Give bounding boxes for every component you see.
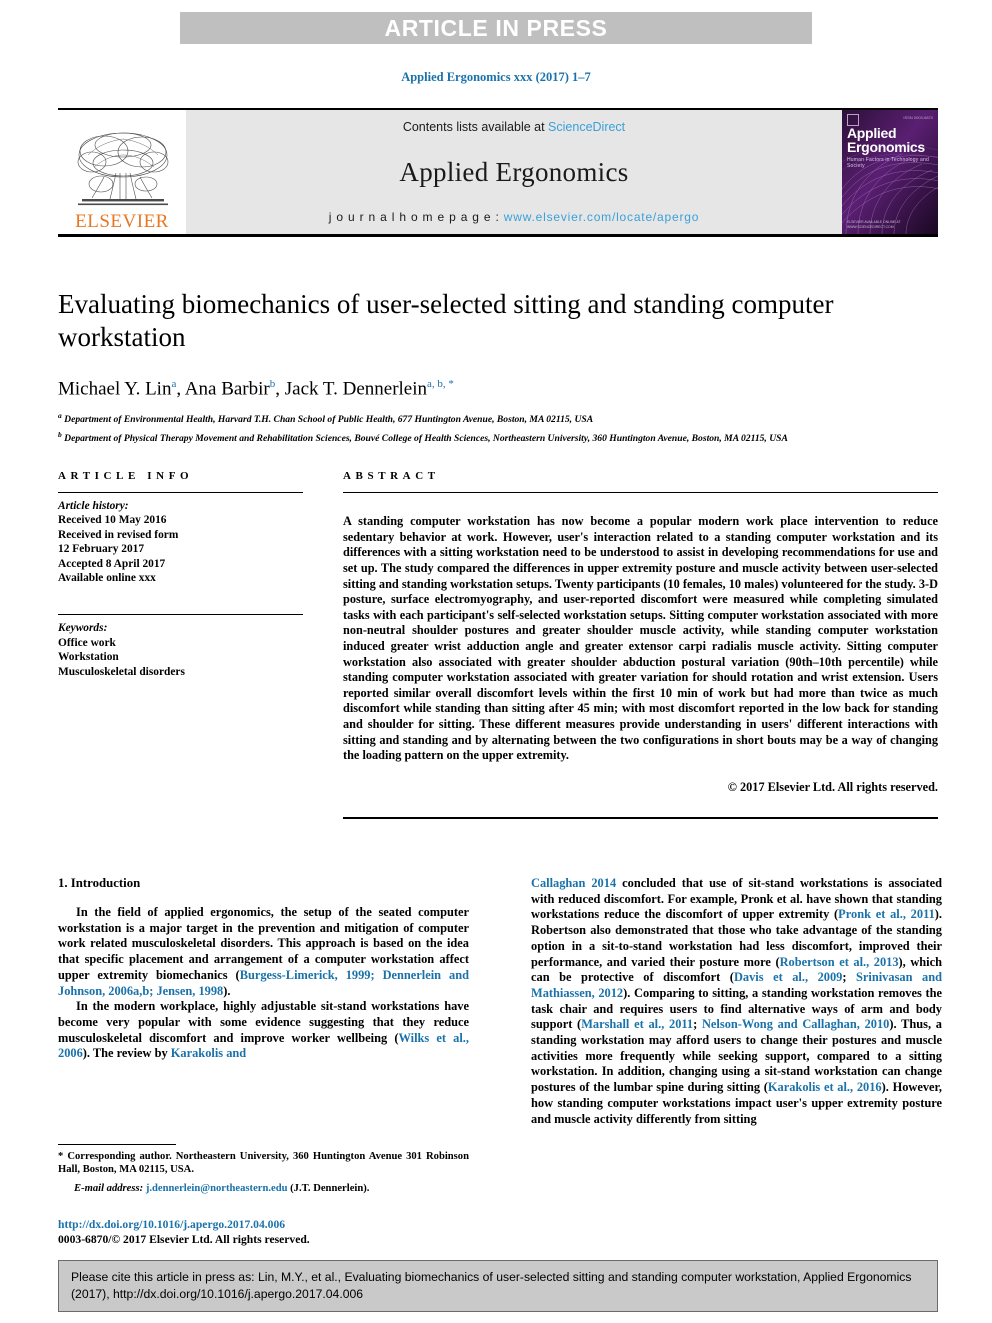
email-suffix: (J.T. Dennerlein). (290, 1182, 370, 1194)
journal-masthead: ELSEVIER Contents lists available at Sci… (58, 108, 938, 237)
affiliation-text-b: Department of Physical Therapy Movement … (64, 433, 788, 445)
article-in-press-banner: ARTICLE IN PRESS (180, 12, 812, 44)
keyword-item: Office work (58, 636, 116, 649)
citation-link[interactable]: Callaghan 2014 (531, 876, 616, 890)
author-name: Jack T. Dennerlein (284, 378, 428, 400)
footnote-block: * Corresponding author. Northeastern Uni… (58, 1144, 469, 1195)
article-page: ARTICLE IN PRESS Applied Ergonomics xxx … (0, 0, 992, 1323)
article-history-group: Article history: Received 10 May 2016 Re… (58, 493, 303, 585)
running-head: Applied Ergonomics xxx (2017) 1–7 (401, 70, 591, 84)
author-name: Michael Y. Lin (58, 378, 172, 400)
history-item: Accepted 8 April 2017 (58, 557, 166, 570)
contents-prefix: Contents lists available at (402, 120, 549, 134)
history-item: Available online xxx (58, 572, 156, 585)
cover-subtitle: Human Factors in Technology and Society (847, 157, 929, 169)
article-info-label: ARTICLE INFO (58, 470, 194, 482)
affiliation-a: a Department of Environmental Health, Ha… (58, 410, 938, 427)
affiliation-b: b Department of Physical Therapy Movemen… (58, 429, 938, 446)
masthead-center: Contents lists available at ScienceDirec… (186, 110, 842, 234)
intro-paragraph: In the field of applied ergonomics, the … (58, 905, 469, 999)
citation-link[interactable]: Nelson-Wong and Callaghan, 2010 (702, 1017, 889, 1031)
journal-title: Applied Ergonomics (399, 156, 629, 187)
body-column-right: Callaghan 2014 concluded that use of sit… (531, 876, 942, 1127)
doi-link[interactable]: http://dx.doi.org/10.1016/j.apergo.2017.… (58, 1218, 469, 1233)
abstract-rule (343, 492, 938, 493)
body-text-run: ; (693, 1017, 702, 1032)
citation-link[interactable]: Robertson et al., 2013 (780, 955, 899, 969)
homepage-prefix: j o u r n a l h o m e p a g e : (328, 210, 504, 224)
author-affiliation-mark[interactable]: a, b, * (427, 378, 454, 390)
history-item: Received 10 May 2016 (58, 514, 167, 527)
keywords-label: Keywords: (58, 622, 108, 635)
cover-title: Applied Ergonomics (847, 126, 925, 154)
elsevier-logo: ELSEVIER (58, 110, 186, 234)
abstract-label: ABSTRACT (343, 470, 440, 482)
citation-link[interactable]: Karakolis and (171, 1046, 246, 1060)
affiliation-mark-a: a (58, 411, 62, 421)
journal-cover-thumbnail: ISSN 0003-6870 Applied Ergonomics Human F… (842, 110, 938, 234)
elsevier-wordmark: ELSEVIER (75, 211, 169, 232)
abstract-text: A standing computer workstation has now … (343, 514, 938, 763)
author-name: Ana Barbir (184, 378, 270, 400)
history-item: 12 February 2017 (58, 543, 145, 556)
cover-corner-text: ISSN 0003-6870 (903, 115, 933, 120)
issn-copyright-line: 0003-6870/© 2017 Elsevier Ltd. All right… (58, 1232, 310, 1246)
intro-paragraph-continued: Callaghan 2014 concluded that use of sit… (531, 876, 942, 1127)
email-note: E-mail address: j.dennerlein@northeaster… (58, 1182, 469, 1195)
citation-link[interactable]: Marshall et al., 2011 (581, 1017, 693, 1031)
corresponding-author-note: * Corresponding author. Northeastern Uni… (58, 1151, 469, 1176)
cover-footer-text: ELSEVIER AVAILABLE ONLINE AT WWW.SCIENCE… (847, 220, 901, 229)
journal-homepage-link[interactable]: www.elsevier.com/locate/apergo (504, 210, 699, 224)
affiliation-text-a: Department of Environmental Health, Harv… (64, 414, 594, 426)
email-label: E-mail address: (74, 1182, 144, 1194)
body-text-run: ; (842, 970, 857, 985)
footnote-rule (58, 1144, 176, 1145)
article-history-label: Article history: (58, 500, 129, 512)
body-column-left: 1. Introduction In the field of applied … (58, 876, 469, 1127)
sciencedirect-link[interactable]: ScienceDirect (548, 120, 625, 134)
keywords-group: Keywords: Office work Workstation Muscul… (58, 615, 303, 679)
author-affiliation-mark[interactable]: a (171, 378, 176, 390)
citation-link[interactable]: Davis et al., 2009 (734, 970, 842, 984)
abstract-bottom-rule (343, 816, 938, 819)
body-text-run: ). (223, 983, 231, 998)
cover-title-line2: Ergonomics (847, 139, 925, 155)
keyword-item: Musculoskeletal disorders (58, 665, 185, 678)
doi-block: http://dx.doi.org/10.1016/j.apergo.2017.… (58, 1218, 469, 1247)
contents-lists-line: Contents lists available at ScienceDirec… (403, 120, 625, 134)
cite-this-article-box: Please cite this article in press as: Li… (58, 1260, 938, 1312)
citation-link[interactable]: Pronk et al., 2011 (838, 907, 935, 921)
body-columns: 1. Introduction In the field of applied … (58, 876, 942, 1127)
history-item: Received in revised form (58, 528, 179, 541)
affiliation-mark-b: b (58, 430, 62, 440)
citation-link[interactable]: Karakolis et al., 2016 (768, 1080, 882, 1094)
title-block: Evaluating biomechanics of user-selected… (58, 288, 938, 446)
journal-homepage-line: j o u r n a l h o m e p a g e : www.else… (329, 210, 699, 224)
keywords-block: Keywords: Office work Workstation Muscul… (58, 607, 303, 679)
author-affiliation-mark[interactable]: b (270, 378, 276, 390)
body-text-run: ). The review by (82, 1046, 171, 1061)
article-info-column: ARTICLE INFO Article history: Received 1… (58, 470, 303, 819)
author-list: Michael Y. Lina, Ana Barbirb, Jack T. De… (58, 378, 454, 400)
abstract-copyright: © 2017 Elsevier Ltd. All rights reserved… (727, 779, 938, 794)
abstract-column: ABSTRACT A standing computer workstation… (343, 470, 938, 819)
article-title: Evaluating biomechanics of user-selected… (58, 289, 834, 352)
keyword-item: Workstation (58, 651, 119, 664)
intro-paragraph: In the modern workplace, highly adjustab… (58, 999, 469, 1062)
elsevier-tree-icon (77, 132, 169, 206)
email-link[interactable]: j.dennerlein@northeastern.edu (146, 1183, 288, 1194)
info-abstract-region: ARTICLE INFO Article history: Received 1… (58, 470, 938, 819)
introduction-heading: 1. Introduction (58, 876, 141, 890)
